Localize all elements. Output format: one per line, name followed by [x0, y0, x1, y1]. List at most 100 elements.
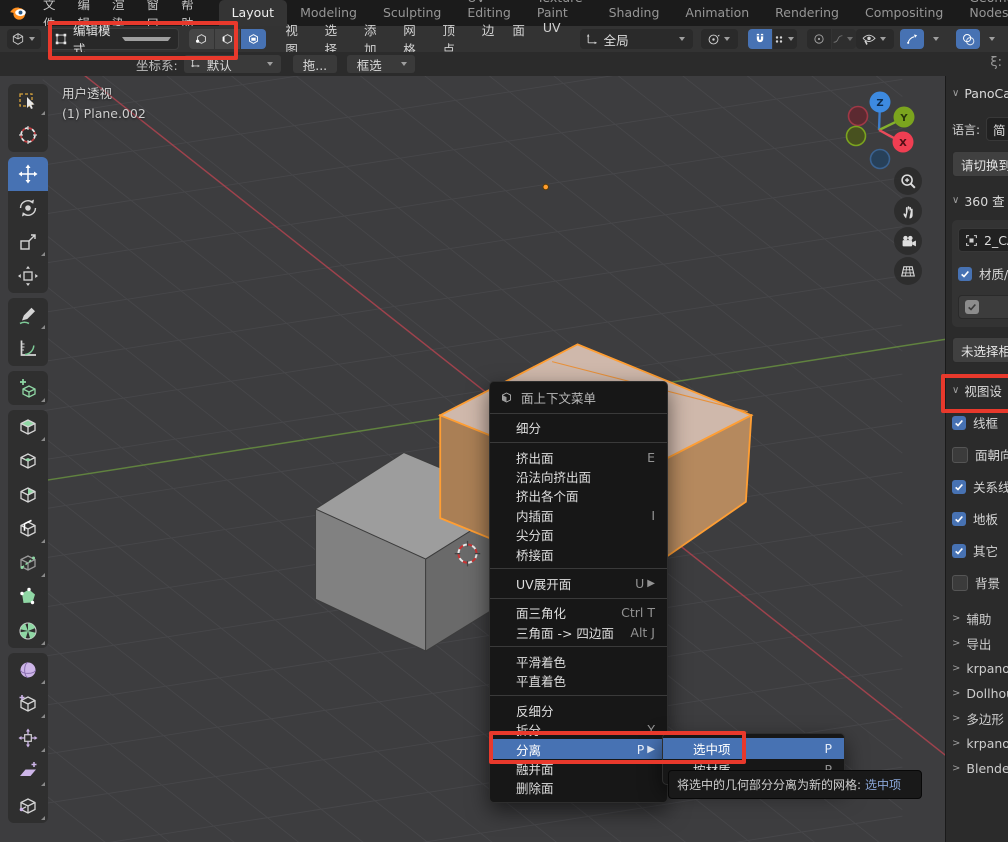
- collapsed-panel-辅助[interactable]: >辅助: [952, 606, 1008, 631]
- tab-compositing[interactable]: Compositing: [852, 0, 956, 26]
- tool-bevel-button[interactable]: [8, 478, 48, 512]
- snap-settings-button[interactable]: [773, 29, 797, 49]
- checkbox-unchecked-icon[interactable]: [952, 447, 968, 463]
- gizmo-dropdown[interactable]: [924, 29, 948, 49]
- view-checkbox-线框[interactable]: 线框: [952, 413, 1008, 432]
- tool-smooth-button[interactable]: [8, 653, 48, 687]
- pivot-point-button[interactable]: [701, 29, 738, 49]
- checkbox-checked-icon[interactable]: [952, 512, 966, 526]
- section-view-settings-header[interactable]: ∨ 视图设: [952, 381, 1008, 400]
- tool-spin-button[interactable]: [8, 614, 48, 648]
- orientation-select[interactable]: 全局: [580, 29, 693, 49]
- menu-item-挤出各个面[interactable]: 挤出各个面: [490, 486, 667, 505]
- menu-item-细分[interactable]: 细分: [490, 418, 667, 437]
- menu-item-删除面[interactable]: 删除面: [490, 778, 667, 797]
- editor-type-button[interactable]: [7, 29, 41, 49]
- tool-knife-button[interactable]: [8, 546, 48, 580]
- tool-add-cube-button[interactable]: [8, 371, 48, 405]
- checkbox-checked-icon[interactable]: [952, 416, 966, 430]
- tool-annotate-button[interactable]: [8, 298, 48, 332]
- tool-tweak-select-button[interactable]: [8, 84, 48, 118]
- menu-item-三角面 -> 四边面[interactable]: 三角面 -> 四边面Alt J: [490, 623, 667, 642]
- select-mode-edge-button[interactable]: [215, 29, 240, 49]
- extra-option-field[interactable]: [958, 295, 1008, 319]
- menu-item-拆分[interactable]: 拆分Y: [490, 720, 667, 739]
- checkbox-unchecked-icon[interactable]: [952, 575, 968, 591]
- language-select[interactable]: 简: [986, 117, 1008, 141]
- select-mode-vertex-button[interactable]: [189, 29, 214, 49]
- tool-measure-button[interactable]: [8, 332, 48, 366]
- menu-item-UV展开面[interactable]: UV展开面U▶: [490, 574, 667, 593]
- mode-select[interactable]: 编辑模式: [49, 28, 179, 50]
- snap-toggle-button[interactable]: [748, 29, 772, 49]
- camera-object-field[interactable]: 2_CAM: [958, 228, 1008, 252]
- collapsed-panel-krpano[interactable]: >krpano: [952, 731, 1008, 756]
- tool-move-button[interactable]: [8, 157, 48, 191]
- tool-inset-faces-button[interactable]: [8, 444, 48, 478]
- tool-loop-cut-button[interactable]: [8, 512, 48, 546]
- checkbox-checked-icon[interactable]: [958, 267, 972, 281]
- menu-item-内插面[interactable]: 内插面I: [490, 506, 667, 525]
- no-camera-button[interactable]: 未选择相机: [952, 337, 1008, 363]
- collapsed-panel-krpano[interactable]: >krpano: [952, 656, 1008, 681]
- view-checkbox-背景[interactable]: 背景: [952, 573, 1008, 592]
- header-overflow-icon[interactable]: ξ:: [990, 55, 1002, 70]
- show-overlays-button[interactable]: [956, 29, 980, 49]
- box-select-mode[interactable]: 框选: [347, 55, 415, 73]
- tool-transform-button[interactable]: [8, 259, 48, 293]
- show-object-types-button[interactable]: [856, 29, 894, 49]
- show-gizmo-button[interactable]: [900, 29, 924, 49]
- panel-panocam-header[interactable]: ∨ PanoCama: [952, 86, 1008, 101]
- menu-item-平直着色[interactable]: 平直着色: [490, 671, 667, 690]
- menu-item-面三角化[interactable]: 面三角化Ctrl T: [490, 603, 667, 622]
- viewport-3d[interactable]: 用户透视 (1) Plane.002 Z Y X: [0, 76, 945, 842]
- tool-extrude-region-button[interactable]: [8, 410, 48, 444]
- menu-item-沿法向挤出面[interactable]: 沿法向挤出面: [490, 467, 667, 486]
- view-checkbox-面朝向[interactable]: 面朝向: [952, 445, 1008, 464]
- tool-poly-build-button[interactable]: [8, 580, 48, 614]
- view-checkbox-关系线[interactable]: 关系线: [952, 477, 1008, 496]
- blender-logo-icon[interactable]: [8, 2, 28, 24]
- switch-object-button[interactable]: 请切换到对: [952, 151, 1008, 177]
- tool-shrink-fatten-button[interactable]: [8, 721, 48, 755]
- checkbox-checked-icon[interactable]: [952, 480, 966, 494]
- tool-rip-region-button[interactable]: [8, 789, 48, 823]
- drag-select[interactable]: 拖...: [293, 55, 337, 73]
- menu-item-反细分[interactable]: 反细分: [490, 701, 667, 720]
- menu-item-挤出面[interactable]: 挤出面E: [490, 447, 667, 466]
- menu-item-桥接面[interactable]: 桥接面: [490, 544, 667, 563]
- tab-animation[interactable]: Animation: [672, 0, 762, 26]
- view-checkbox-地板[interactable]: 地板: [952, 509, 1008, 528]
- coord-system-select[interactable]: 默认: [184, 55, 281, 73]
- overlays-dropdown[interactable]: [980, 29, 1004, 49]
- tab-shading[interactable]: Shading: [596, 0, 673, 26]
- perspective-toggle-button[interactable]: [894, 257, 922, 285]
- tool-cursor-3d-button[interactable]: [8, 118, 48, 152]
- select-mode-face-button[interactable]: [241, 29, 266, 49]
- menu-item-分离[interactable]: 分离P▶: [490, 739, 667, 758]
- collapsed-panel-Dollhou[interactable]: >Dollhou: [952, 681, 1008, 706]
- menu-item-平滑着色[interactable]: 平滑着色: [490, 652, 667, 671]
- tab-rendering[interactable]: Rendering: [762, 0, 852, 26]
- proportional-editing-button[interactable]: [807, 29, 831, 49]
- collapsed-panel-多边形[interactable]: >多边形: [952, 706, 1008, 731]
- gizmo-neg-z-axis[interactable]: [871, 150, 890, 169]
- zoom-button[interactable]: [894, 167, 922, 195]
- menu-item-尖分面[interactable]: 尖分面: [490, 525, 667, 544]
- collapsed-panel-导出[interactable]: >导出: [952, 631, 1008, 656]
- menu-item-融并面[interactable]: 融并面: [490, 759, 667, 778]
- tool-edge-slide-button[interactable]: [8, 687, 48, 721]
- collapsed-panel-Blende[interactable]: >Blende: [952, 756, 1008, 781]
- tab-geometry-nodes[interactable]: Geometry Nodes: [956, 0, 1008, 26]
- tool-scale-button[interactable]: [8, 225, 48, 259]
- section-360-header[interactable]: ∨ 360 查: [952, 191, 1008, 210]
- tool-shear-button[interactable]: [8, 755, 48, 789]
- material-world-row[interactable]: 材质/世界: [958, 264, 1008, 283]
- camera-view-button[interactable]: [894, 227, 922, 255]
- checkbox-checked-icon[interactable]: [952, 544, 966, 558]
- view-checkbox-其它[interactable]: 其它: [952, 541, 1008, 560]
- submenu-item-选中项[interactable]: 选中项P: [663, 738, 844, 759]
- gizmo-neg-x-axis[interactable]: [849, 107, 868, 126]
- pan-button[interactable]: [894, 197, 922, 225]
- falloff-select[interactable]: [832, 29, 856, 49]
